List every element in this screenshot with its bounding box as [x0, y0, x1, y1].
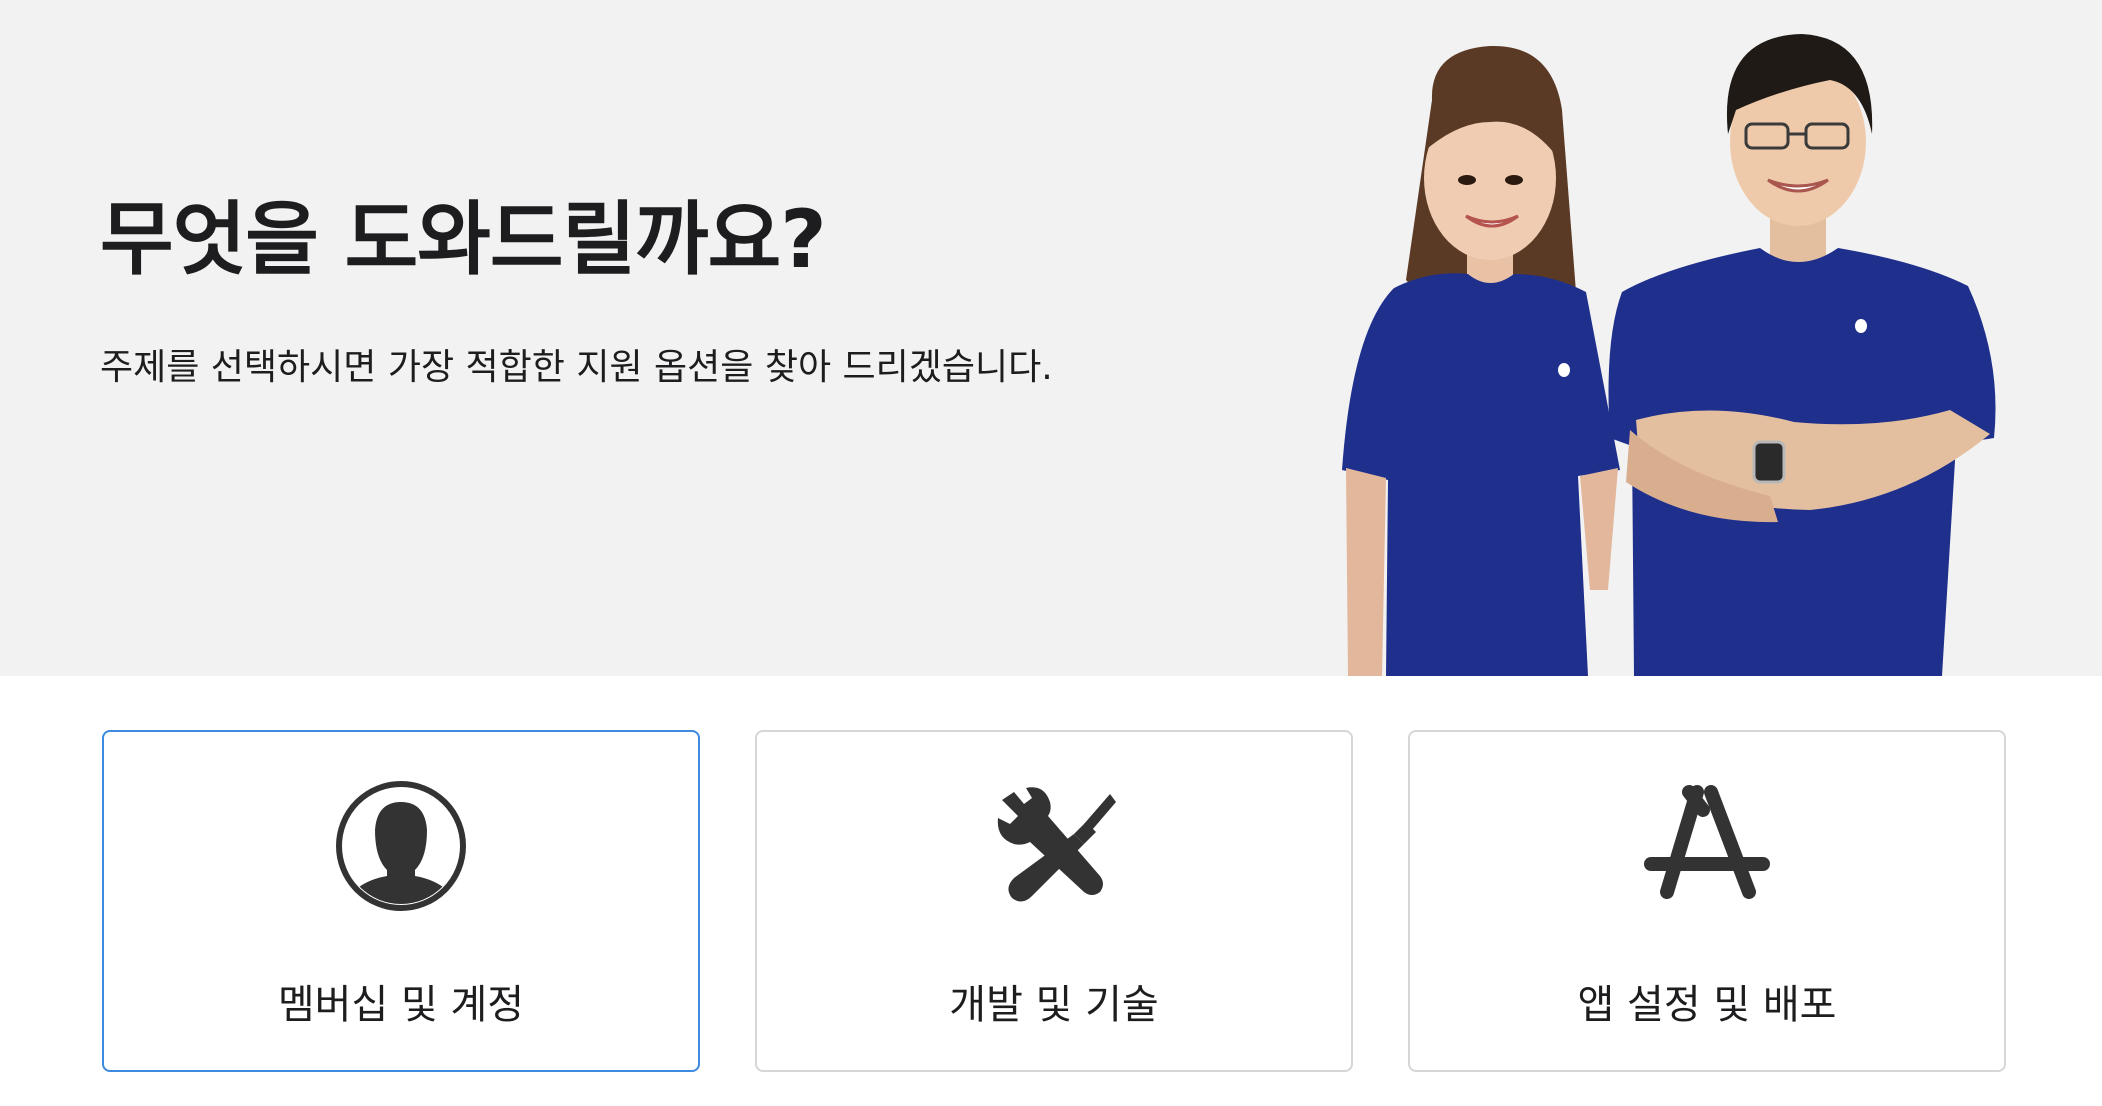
topic-cards: 멤버십 및 계정 개발 및 기술 앱 설정 및 배포 — [0, 676, 2102, 1106]
support-page: 무엇을 도와드릴까요? 주제를 선택하시면 가장 적합한 지원 옵션을 찾아 드… — [0, 0, 2102, 1106]
topic-card-membership[interactable]: 멤버십 및 계정 — [102, 730, 700, 1072]
support-staff-image — [1342, 34, 1996, 676]
topic-card-development[interactable]: 개발 및 기술 — [755, 730, 1353, 1072]
tools-icon — [997, 787, 1116, 902]
page-title: 무엇을 도와드릴까요? — [100, 193, 827, 286]
topic-card-app-distribution[interactable]: 앱 설정 및 배포 — [1408, 730, 2006, 1072]
topic-card-label: 앱 설정 및 배포 — [1577, 982, 1837, 1028]
topic-card-label: 멤버십 및 계정 — [277, 982, 525, 1028]
person-icon — [336, 781, 466, 911]
app-store-icon — [1644, 785, 1770, 899]
topic-card-label: 개발 및 기술 — [949, 982, 1159, 1028]
staff-woman — [1342, 45, 1620, 676]
page-subtitle: 주제를 선택하시면 가장 적합한 지원 옵션을 찾아 드리겠습니다. — [100, 347, 1053, 388]
hero-banner: 무엇을 도와드릴까요? 주제를 선택하시면 가장 적합한 지원 옵션을 찾아 드… — [0, 0, 2102, 676]
staff-man — [1608, 34, 1996, 676]
